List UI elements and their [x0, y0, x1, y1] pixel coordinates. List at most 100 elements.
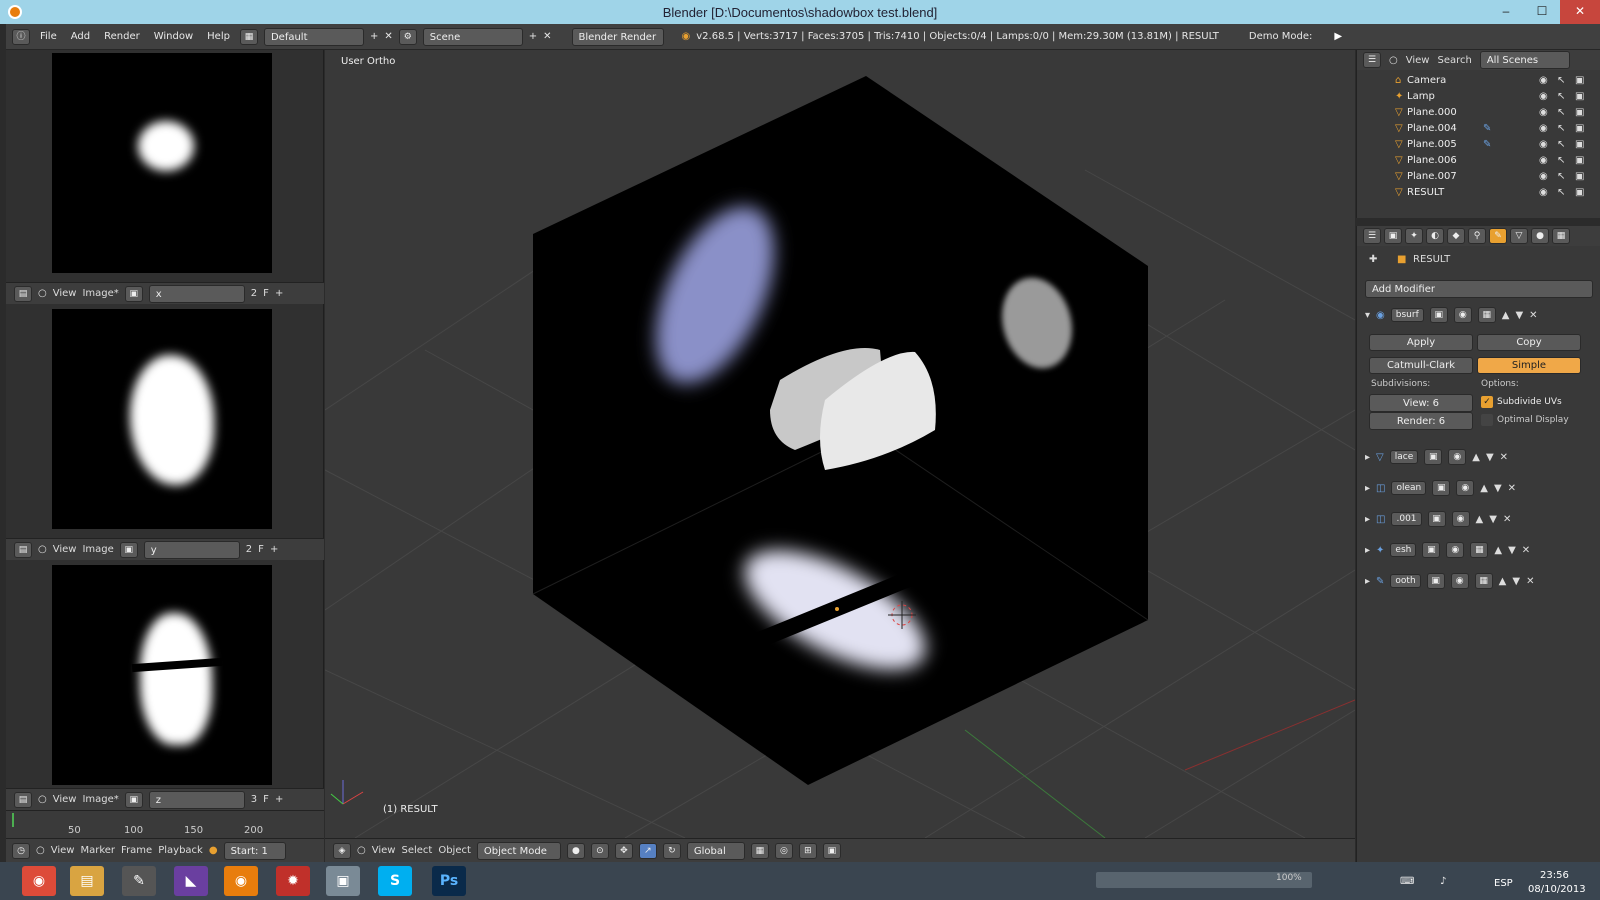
viewport-toggle-icon[interactable]: ◉	[1446, 542, 1465, 558]
viewport-object-menu[interactable]: Object	[438, 845, 471, 856]
minimize-button[interactable]: –	[1492, 0, 1520, 24]
outliner-item-plane004[interactable]: ▽ Plane.004 ✎ ◉ ↖ ▣	[1357, 120, 1600, 136]
outliner-item-result[interactable]: ▽ RESULT ◉ ↖ ▣	[1357, 184, 1600, 200]
render-preview-icon[interactable]: ▣	[822, 842, 841, 859]
render-toggle-icon[interactable]: ▣	[1422, 542, 1441, 558]
render-camera-icon[interactable]: ▣	[1575, 155, 1584, 166]
remove-layout-icon[interactable]: ✕	[384, 31, 392, 42]
render-camera-icon[interactable]: ▣	[1575, 171, 1584, 182]
view-menu[interactable]: View	[53, 794, 77, 805]
expand-triangle-icon[interactable]: ▸	[1365, 576, 1370, 587]
render-toggle-icon[interactable]: ▣	[1432, 480, 1451, 496]
visibility-eye-icon[interactable]: ◉	[1539, 107, 1548, 118]
pen-tool-icon[interactable]: ✎	[122, 866, 156, 896]
remove-modifier-icon[interactable]: ✕	[1526, 576, 1534, 587]
remove-scene-icon[interactable]: ✕	[543, 31, 551, 42]
file-explorer-icon[interactable]: ▤	[70, 866, 104, 896]
blender-app-icon[interactable]: ◉	[224, 866, 258, 896]
move-up-icon[interactable]: ▲	[1472, 452, 1480, 463]
viewport-select-menu[interactable]: Select	[401, 845, 432, 856]
viewport-toggle-icon[interactable]: ◉	[1451, 511, 1470, 527]
move-down-icon[interactable]: ▼	[1515, 310, 1523, 321]
editor-type-icon[interactable]: ▤	[14, 285, 32, 302]
move-up-icon[interactable]: ▲	[1480, 483, 1488, 494]
layers-icon[interactable]: ▦	[750, 842, 769, 859]
select-cursor-icon[interactable]: ↖	[1557, 139, 1565, 150]
3d-viewport[interactable]: User Ortho (1) RESULT	[325, 50, 1355, 838]
new-image-icon[interactable]: +	[270, 544, 278, 555]
editor-type-icon[interactable]: ☰	[1363, 228, 1381, 244]
modifier-name-field[interactable]: .001	[1391, 512, 1422, 526]
close-button[interactable]: ✕	[1560, 0, 1600, 24]
outliner-item-camera[interactable]: ⌂ Camera ◉ ↖ ▣	[1357, 72, 1600, 88]
image-browse-icon[interactable]: ▣	[124, 285, 143, 302]
image-browse-icon[interactable]: ▣	[124, 791, 143, 808]
modifier-name-field[interactable]: olean	[1391, 481, 1427, 495]
image-menu[interactable]: Image	[82, 544, 113, 555]
data-tab-icon[interactable]: ▽	[1510, 228, 1528, 244]
clock-time[interactable]: 23:56	[1540, 870, 1569, 881]
editmode-toggle-icon[interactable]: ▦	[1477, 307, 1496, 323]
texture-tab-icon[interactable]: ▦	[1552, 228, 1570, 244]
star-app-icon[interactable]: ✹	[276, 866, 310, 896]
fake-user-toggle[interactable]: F	[258, 544, 264, 555]
visual-studio-icon[interactable]: ◣	[174, 866, 208, 896]
outliner-item-plane006[interactable]: ▽ Plane.006 ◉ ↖ ▣	[1357, 152, 1600, 168]
menu-render[interactable]: Render	[100, 31, 144, 42]
outliner-item-plane005[interactable]: ▽ Plane.005 ✎ ◉ ↖ ▣	[1357, 136, 1600, 152]
world-tab-icon[interactable]: ◐	[1426, 228, 1444, 244]
render-subdivisions-field[interactable]: Render: 6	[1369, 412, 1473, 430]
viewport-toggle-icon[interactable]: ◉	[1448, 449, 1467, 465]
editor-type-icon[interactable]: ◈	[333, 842, 351, 859]
select-cursor-icon[interactable]: ↖	[1557, 75, 1565, 86]
play-icon[interactable]: ▶	[1334, 31, 1342, 42]
proportional-edit-icon[interactable]: ◎	[774, 842, 793, 859]
shading-icon[interactable]: ●	[566, 842, 585, 859]
image-viewer-icon[interactable]: ▣	[326, 866, 360, 896]
editor-type-icon[interactable]: ◷	[12, 842, 30, 859]
apply-button[interactable]: Apply	[1369, 334, 1473, 351]
menu-file[interactable]: File	[36, 31, 61, 42]
modifier-name-field[interactable]: esh	[1390, 543, 1417, 557]
editor-type-icon[interactable]: ▤	[14, 541, 32, 558]
render-tab-icon[interactable]: ▣	[1384, 228, 1402, 244]
move-down-icon[interactable]: ▼	[1494, 483, 1502, 494]
image-menu[interactable]: Image*	[82, 794, 118, 805]
editor-type-icon[interactable]: ☰	[1363, 52, 1381, 68]
remove-modifier-icon[interactable]: ✕	[1529, 310, 1537, 321]
skype-icon[interactable]: S	[378, 866, 412, 896]
taskbar-zoom-slider[interactable]: 100%	[1096, 872, 1312, 888]
new-image-icon[interactable]: +	[275, 288, 283, 299]
viewport-toggle-icon[interactable]: ◉	[1450, 573, 1469, 589]
outliner-item-lamp[interactable]: ✦ Lamp ◉ ↖ ▣	[1357, 88, 1600, 104]
expand-triangle-icon[interactable]: ▸	[1365, 483, 1370, 494]
manipulator-icon[interactable]: ✥	[614, 842, 633, 859]
move-up-icon[interactable]: ▲	[1499, 576, 1507, 587]
move-up-icon[interactable]: ▲	[1502, 310, 1510, 321]
expand-triangle-icon[interactable]: ▸	[1365, 452, 1370, 463]
constraints-tab-icon[interactable]: ⚲	[1468, 228, 1486, 244]
pin-icon[interactable]: ✚	[1369, 254, 1377, 265]
image-name-field[interactable]: y	[143, 540, 240, 559]
expand-triangle-icon[interactable]: ▸	[1365, 545, 1370, 556]
clock-date[interactable]: 08/10/2013	[1528, 884, 1586, 895]
language-indicator[interactable]: ESP	[1494, 878, 1513, 889]
layout-field[interactable]: Default	[263, 27, 364, 46]
timeline-view-menu[interactable]: View	[51, 845, 75, 856]
scene-icon[interactable]: ⚙	[398, 28, 417, 45]
move-up-icon[interactable]: ▲	[1476, 514, 1484, 525]
chrome-icon[interactable]: ◉	[22, 866, 56, 896]
modifier-name-field[interactable]: lace	[1389, 450, 1419, 464]
modifier-name-field[interactable]: ooth	[1390, 574, 1421, 588]
current-frame-marker[interactable]	[12, 813, 14, 827]
copy-button[interactable]: Copy	[1477, 334, 1581, 351]
render-camera-icon[interactable]: ▣	[1575, 75, 1584, 86]
visibility-eye-icon[interactable]: ◉	[1539, 171, 1548, 182]
menu-help[interactable]: Help	[203, 31, 234, 42]
optimal-display-checkbox[interactable]	[1481, 414, 1493, 426]
select-cursor-icon[interactable]: ↖	[1557, 187, 1565, 198]
visibility-eye-icon[interactable]: ◉	[1539, 75, 1548, 86]
render-toggle-icon[interactable]: ▣	[1426, 573, 1445, 589]
render-camera-icon[interactable]: ▣	[1575, 187, 1584, 198]
maximize-button[interactable]: ☐	[1528, 0, 1556, 24]
